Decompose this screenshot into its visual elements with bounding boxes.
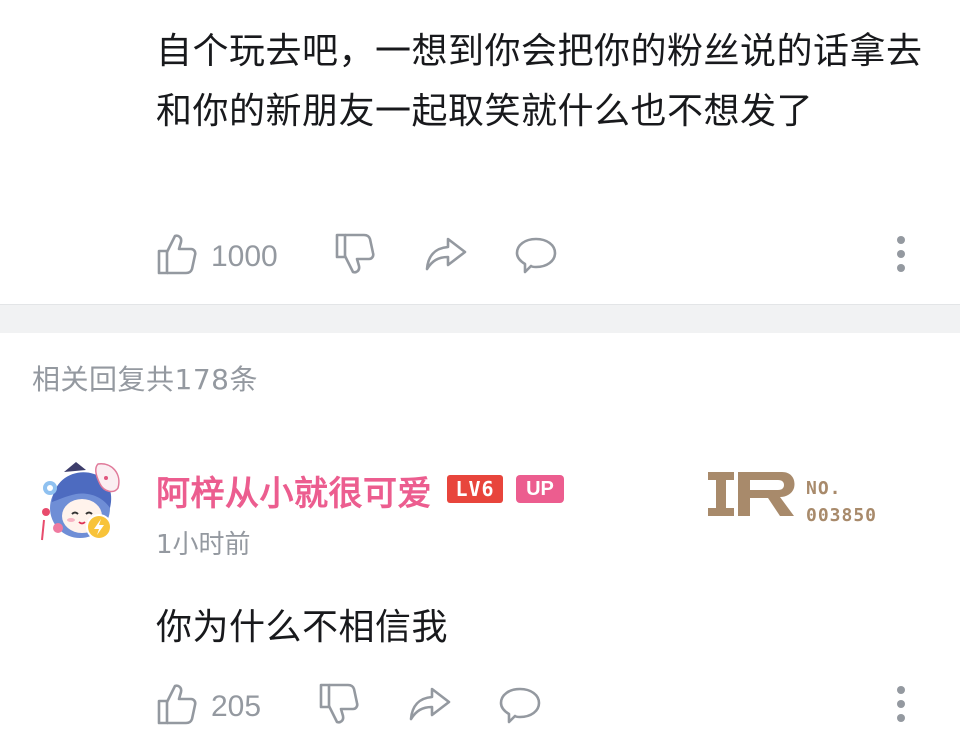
thumbs-down-icon[interactable]	[334, 232, 376, 276]
share-icon[interactable]	[424, 236, 468, 272]
thumbs-up-icon[interactable]	[156, 232, 198, 276]
reply-action-bar: 205	[0, 682, 960, 738]
like-count: 1000	[211, 240, 278, 273]
more-vertical-icon[interactable]	[895, 236, 907, 278]
reply-timestamp: 1小时前	[156, 530, 251, 560]
reply-text: 你为什么不相信我	[156, 607, 449, 648]
thumbs-down-icon[interactable]	[318, 682, 360, 726]
fan-badge-logo	[706, 466, 800, 522]
replies-count-header: 相关回复共178条	[32, 363, 258, 396]
comment-text: 自个玩去吧，一想到你会把你的粉丝说的话拿去和你的新朋友一起取笑就什么也不想发了	[156, 31, 923, 132]
comment-icon[interactable]	[514, 236, 558, 276]
more-vertical-icon[interactable]	[895, 686, 907, 728]
avatar[interactable]	[36, 458, 130, 552]
level-badge: LV6	[447, 475, 503, 503]
like-count: 205	[211, 690, 262, 723]
fan-badge-number: 003850	[806, 505, 878, 526]
share-icon[interactable]	[408, 686, 452, 722]
comment-icon[interactable]	[498, 686, 542, 726]
fan-badge-label: NO.	[806, 478, 842, 499]
reply-username[interactable]: 阿梓从小就很可爱	[156, 466, 432, 515]
thumbs-up-icon[interactable]	[156, 682, 198, 726]
up-badge: UP	[516, 475, 564, 503]
section-divider	[0, 304, 960, 333]
comment-action-bar: 1000	[0, 232, 960, 288]
